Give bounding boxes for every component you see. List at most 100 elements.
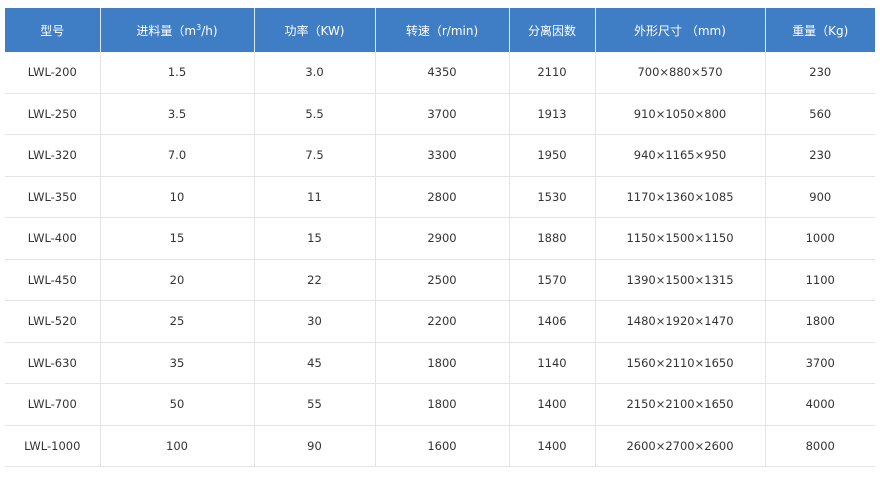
cell-feed-capacity: 10 — [100, 176, 255, 218]
cell-weight: 900 — [765, 176, 875, 218]
cell-dimensions: 1170×1360×1085 — [595, 176, 766, 218]
cell-dimensions: 1480×1920×1470 — [595, 300, 766, 343]
cell-dimensions: 700×880×570 — [595, 52, 766, 94]
cell-power: 11 — [254, 176, 376, 218]
table-row: LWL-250 3.5 5.5 3700 1913 910×1050×800 560 — [5, 93, 875, 135]
cell-power: 15 — [254, 217, 376, 260]
cell-separation-factor: 1400 — [509, 425, 596, 467]
header-label-suffix: /h) — [201, 23, 218, 38]
header-power: 功率（KW) — [254, 8, 376, 52]
cell-model: LWL-630 — [5, 342, 101, 384]
header-label: 外形尺寸 （mm) — [634, 23, 726, 38]
cell-weight: 1800 — [765, 300, 875, 343]
table-row: LWL-200 1.5 3.0 4350 2110 700×880×570 230 — [5, 52, 875, 94]
cell-separation-factor: 1140 — [509, 342, 596, 384]
table-row: LWL-450 20 22 2500 1570 1390×1500×1315 1100 — [5, 259, 875, 301]
cell-separation-factor: 1880 — [509, 217, 596, 260]
cell-model: LWL-320 — [5, 134, 101, 177]
table-row: LWL-1000 100 90 1600 1400 2600×2700×2600 8000 — [5, 425, 875, 467]
header-separation-factor: 分离因数 — [509, 8, 596, 52]
cell-dimensions: 910×1050×800 — [595, 93, 766, 135]
cell-weight: 1000 — [765, 217, 875, 260]
header-label: 重量（Kg) — [792, 23, 849, 38]
spec-table: 型号 进料量（m3/h) 功率（KW) 转速（r/min) 分离因数 外形尺寸 （mm) 重… — [5, 8, 875, 467]
table-row: LWL-320 7.0 7.5 3300 1950 940×1165×950 230 — [5, 134, 875, 177]
cell-weight: 3700 — [765, 342, 875, 384]
header-feed-capacity: 进料量（m3/h) — [100, 8, 255, 52]
cell-feed-capacity: 50 — [100, 383, 255, 426]
cell-weight: 8000 — [765, 425, 875, 467]
table-row: LWL-520 25 30 2200 1406 1480×1920×1470 1800 — [5, 300, 875, 343]
cell-speed: 3300 — [375, 134, 510, 177]
cell-weight: 560 — [765, 93, 875, 135]
cell-dimensions: 1560×2110×1650 — [595, 342, 766, 384]
table-header: 型号 进料量（m3/h) 功率（KW) 转速（r/min) 分离因数 外形尺寸 （mm) 重… — [5, 8, 875, 52]
cell-speed: 2800 — [375, 176, 510, 218]
cell-feed-capacity: 100 — [100, 425, 255, 467]
cell-speed: 4350 — [375, 52, 510, 94]
cell-model: LWL-1000 — [5, 425, 101, 467]
cell-weight: 4000 — [765, 383, 875, 426]
cell-feed-capacity: 20 — [100, 259, 255, 301]
cell-weight: 230 — [765, 52, 875, 94]
cell-dimensions: 1150×1500×1150 — [595, 217, 766, 260]
header-weight: 重量（Kg) — [765, 8, 875, 52]
table-body: LWL-200 1.5 3.0 4350 2110 700×880×570 230 LWL-2… — [5, 52, 875, 467]
cell-power: 5.5 — [254, 93, 376, 135]
cell-feed-capacity: 7.0 — [100, 134, 255, 177]
table-row: LWL-350 10 11 2800 1530 1170×1360×1085 900 — [5, 176, 875, 218]
header-label: 分离因数 — [527, 23, 576, 38]
cell-separation-factor: 1950 — [509, 134, 596, 177]
cell-power: 55 — [254, 383, 376, 426]
cell-dimensions: 2150×2100×1650 — [595, 383, 766, 426]
table-row: LWL-400 15 15 2900 1880 1150×1500×1150 1000 — [5, 217, 875, 260]
cell-model: LWL-400 — [5, 217, 101, 260]
header-dimensions: 外形尺寸 （mm) — [595, 8, 766, 52]
cell-dimensions: 1390×1500×1315 — [595, 259, 766, 301]
header-label: 型号 — [40, 23, 65, 38]
cell-power: 7.5 — [254, 134, 376, 177]
header-label: 进料量（m — [136, 23, 197, 38]
cell-speed: 1600 — [375, 425, 510, 467]
cell-dimensions: 2600×2700×2600 — [595, 425, 766, 467]
cell-speed: 3700 — [375, 93, 510, 135]
cell-separation-factor: 2110 — [509, 52, 596, 94]
cell-separation-factor: 1570 — [509, 259, 596, 301]
cell-feed-capacity: 25 — [100, 300, 255, 343]
cell-power: 45 — [254, 342, 376, 384]
cell-speed: 1800 — [375, 383, 510, 426]
header-label: 转速（r/min) — [405, 23, 479, 38]
cell-weight: 1100 — [765, 259, 875, 301]
cell-separation-factor: 1530 — [509, 176, 596, 218]
cell-power: 3.0 — [254, 52, 376, 94]
header-speed: 转速（r/min) — [375, 8, 510, 52]
header-row: 型号 进料量（m3/h) 功率（KW) 转速（r/min) 分离因数 外形尺寸 （mm) 重… — [5, 8, 875, 52]
cell-separation-factor: 1400 — [509, 383, 596, 426]
cell-weight: 230 — [765, 134, 875, 177]
table-row: LWL-700 50 55 1800 1400 2150×2100×1650 4000 — [5, 383, 875, 426]
cell-speed: 1800 — [375, 342, 510, 384]
cell-separation-factor: 1913 — [509, 93, 596, 135]
cell-separation-factor: 1406 — [509, 300, 596, 343]
header-model: 型号 — [5, 8, 101, 52]
cell-power: 90 — [254, 425, 376, 467]
header-label: 功率（KW) — [284, 23, 345, 38]
cell-speed: 2900 — [375, 217, 510, 260]
cell-power: 30 — [254, 300, 376, 343]
cell-model: LWL-520 — [5, 300, 101, 343]
cell-speed: 2200 — [375, 300, 510, 343]
cell-feed-capacity: 3.5 — [100, 93, 255, 135]
table-row: LWL-630 35 45 1800 1140 1560×2110×1650 3700 — [5, 342, 875, 384]
cell-model: LWL-450 — [5, 259, 101, 301]
cell-feed-capacity: 15 — [100, 217, 255, 260]
cell-model: LWL-250 — [5, 93, 101, 135]
cell-model: LWL-700 — [5, 383, 101, 426]
cell-dimensions: 940×1165×950 — [595, 134, 766, 177]
cell-power: 22 — [254, 259, 376, 301]
cell-feed-capacity: 1.5 — [100, 52, 255, 94]
cell-feed-capacity: 35 — [100, 342, 255, 384]
cell-speed: 2500 — [375, 259, 510, 301]
spec-table-container: 型号 进料量（m3/h) 功率（KW) 转速（r/min) 分离因数 外形尺寸 （mm) 重… — [5, 8, 875, 467]
cell-model: LWL-200 — [5, 52, 101, 94]
cell-model: LWL-350 — [5, 176, 101, 218]
